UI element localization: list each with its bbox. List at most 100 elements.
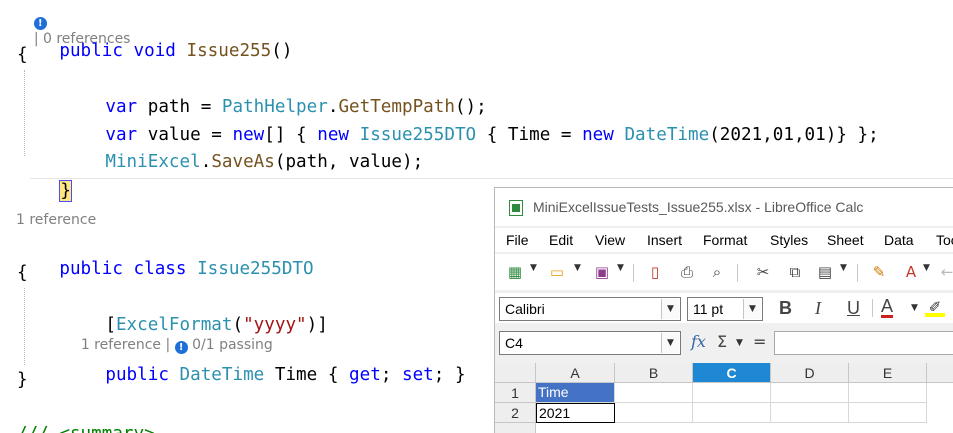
menu-tools[interactable]: Tools — [936, 232, 953, 248]
cell-a2[interactable]: 2021 — [536, 403, 615, 423]
italic-button[interactable]: I — [815, 297, 821, 319]
row-header-3[interactable] — [495, 423, 536, 433]
cell-c2[interactable] — [693, 403, 771, 423]
open-dropdown-icon[interactable]: ▼ — [574, 263, 581, 273]
cell-a1[interactable]: Time — [536, 383, 615, 403]
window-title: MiniExcelIssueTests_Issue255.xlsx - Libr… — [533, 199, 864, 215]
bold-button[interactable]: B — [779, 297, 792, 319]
indent-guide-2 — [24, 288, 25, 365]
close-brace-2[interactable]: } — [17, 368, 28, 392]
export-pdf-icon[interactable]: ▯ — [645, 262, 665, 282]
font-color-dropdown-icon[interactable]: ▼ — [911, 303, 918, 313]
code-separator — [30, 178, 953, 179]
menu-view[interactable]: View — [595, 232, 625, 248]
menu-file[interactable]: File — [506, 232, 529, 248]
keyword-get: get — [349, 365, 381, 385]
column-header-a[interactable]: A — [536, 363, 615, 383]
close-brace-1[interactable]: } — [59, 180, 72, 202]
menu-styles[interactable]: Styles — [770, 232, 808, 248]
column-header-c[interactable]: C — [693, 363, 771, 383]
toolbar-separator — [737, 264, 738, 282]
code-dot: . — [200, 152, 212, 172]
cut-icon[interactable]: ✂ — [753, 262, 773, 282]
code-line-saveas[interactable]: MiniExcel.SaveAs(path, value); — [63, 126, 423, 198]
open-folder-icon[interactable]: ▭ — [547, 262, 567, 282]
indent-guide-1 — [24, 70, 25, 156]
parens: () — [271, 41, 293, 61]
clear-formatting-icon[interactable]: A — [901, 262, 921, 282]
underline-button[interactable]: U — [847, 297, 860, 319]
print-icon[interactable]: ⎙ — [677, 262, 697, 282]
column-header-b[interactable]: B — [615, 363, 693, 383]
menu-data[interactable]: Data — [884, 232, 914, 248]
font-name-value: Calibri — [505, 301, 545, 317]
menu-insert[interactable]: Insert — [647, 232, 682, 248]
keyword-public: public — [105, 365, 169, 385]
keyword-new: new — [582, 125, 614, 145]
column-header-f[interactable] — [927, 363, 953, 383]
font-name-box[interactable]: Calibri ▼ — [499, 297, 681, 321]
formatting-toolbar: Calibri ▼ 11 pt ▼ B I U A ▼ ✐ — [495, 293, 953, 323]
cell-d2[interactable] — [771, 403, 849, 423]
font-color-button[interactable]: A — [881, 297, 894, 318]
chevron-down-icon[interactable]: ▼ — [743, 299, 761, 319]
print-preview-icon[interactable]: ⌕ — [707, 262, 727, 282]
formula-input[interactable] — [774, 331, 953, 355]
formula-equals-icon[interactable]: = — [753, 332, 766, 351]
class-codelens[interactable]: 1 reference — [16, 211, 96, 229]
menu-edit[interactable]: Edit — [549, 232, 573, 248]
code-text: { Time = — [476, 125, 583, 145]
menu-format[interactable]: Format — [703, 232, 747, 248]
open-brace-1[interactable]: { — [17, 43, 28, 67]
paste-dropdown-icon[interactable]: ▼ — [840, 263, 847, 273]
cell-c1[interactable] — [693, 383, 771, 403]
standard-toolbar: ▦ ▼ ▭ ▼ ▣ ▼ ▯ ⎙ ⌕ ✂ ⧉ ▤ ▼ ✎ A ▼ ← — [495, 254, 953, 290]
undo-icon[interactable]: ← — [937, 262, 953, 282]
clear-dropdown-icon[interactable]: ▼ — [923, 263, 930, 273]
cell-b1[interactable] — [615, 383, 693, 403]
title-bar[interactable]: MiniExcelIssueTests_Issue255.xlsx - Libr… — [495, 188, 953, 226]
code-text: (2021,01,01)} }; — [709, 125, 879, 145]
menu-sheet[interactable]: Sheet — [827, 232, 864, 248]
cell-e1[interactable] — [849, 383, 927, 403]
keyword-set: set — [402, 365, 434, 385]
sum-dropdown-icon[interactable]: ▼ — [736, 338, 743, 348]
font-size-value: 11 pt — [693, 301, 724, 317]
new-spreadsheet-icon[interactable]: ▦ — [505, 262, 525, 282]
sum-icon[interactable]: Σ — [717, 332, 727, 351]
column-header-d[interactable]: D — [771, 363, 849, 383]
summary-comment[interactable]: /// <summary> — [17, 422, 155, 433]
row-header-1[interactable]: 1 — [495, 383, 536, 403]
formula-bar: C4 ▼ fx Σ ▼ = — [495, 329, 953, 357]
property-name: Time { — [264, 365, 350, 385]
column-header-e[interactable]: E — [849, 363, 927, 383]
clone-formatting-icon[interactable]: ✎ — [869, 262, 889, 282]
cell-e2[interactable] — [849, 403, 927, 423]
toolbar-separator — [633, 264, 634, 282]
open-brace-2[interactable]: { — [17, 261, 28, 285]
keyword-public: public — [59, 259, 123, 279]
row-header-2[interactable]: 2 — [495, 403, 536, 423]
select-all-corner[interactable] — [495, 363, 536, 383]
keyword-public: public — [59, 41, 123, 61]
type-datetime: DateTime — [624, 125, 710, 145]
class-name: Issue255DTO — [197, 259, 314, 279]
chevron-down-icon[interactable]: ▼ — [661, 333, 679, 353]
function-wizard-icon[interactable]: fx — [691, 332, 706, 351]
name-box[interactable]: C4 ▼ — [499, 331, 681, 355]
code-text: ; — [380, 365, 402, 385]
name-box-value: C4 — [505, 335, 523, 351]
paste-icon[interactable]: ▤ — [815, 262, 835, 282]
cell-d1[interactable] — [771, 383, 849, 403]
save-icon[interactable]: ▣ — [592, 262, 612, 282]
keyword-void: void — [133, 41, 176, 61]
property-line[interactable]: public DateTime Time { get; set; } — [63, 339, 465, 411]
type-miniexcel: MiniExcel — [105, 152, 201, 172]
new-dropdown-icon[interactable]: ▼ — [530, 263, 537, 273]
highlight-icon[interactable]: ✐ — [925, 297, 945, 317]
chevron-down-icon[interactable]: ▼ — [661, 299, 679, 319]
font-size-box[interactable]: 11 pt ▼ — [687, 297, 763, 321]
copy-icon[interactable]: ⧉ — [785, 262, 805, 282]
save-dropdown-icon[interactable]: ▼ — [617, 263, 624, 273]
cell-b2[interactable] — [615, 403, 693, 423]
